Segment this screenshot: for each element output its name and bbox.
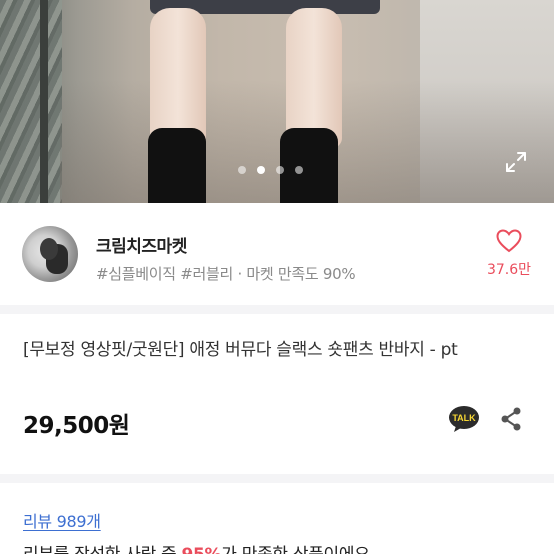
review-summary: 리뷰를 작성한 사람 중 95%가 만족한 상품이에요 xyxy=(23,540,370,554)
review-summary-prefix: 리뷰를 작성한 사람 중 xyxy=(23,545,181,554)
expand-icon[interactable] xyxy=(504,150,528,174)
heart-icon xyxy=(496,229,522,253)
gallery-pagination xyxy=(238,166,303,174)
gallery-dot-2[interactable] xyxy=(257,166,265,174)
model-right-leg xyxy=(286,8,342,148)
seller-section: 크림치즈마켓 #심플베이직 #러블리 · 마켓 만족도 90% 37.6만 xyxy=(0,203,554,305)
product-image-gallery[interactable] xyxy=(0,0,554,203)
gallery-dot-1[interactable] xyxy=(238,166,246,174)
review-section: 리뷰 989개 리뷰를 작성한 사람 중 95%가 만족한 상품이에요 xyxy=(0,483,554,554)
like-button[interactable]: 37.6만 xyxy=(484,229,534,279)
section-divider xyxy=(0,474,554,483)
section-divider xyxy=(0,305,554,314)
review-satisfaction-percent: 95% xyxy=(181,545,221,554)
background-rail xyxy=(40,0,48,203)
background-window xyxy=(0,0,62,203)
seller-name[interactable]: 크림치즈마켓 xyxy=(96,232,187,257)
meta-separator: · xyxy=(237,265,242,283)
like-count: 37.6만 xyxy=(486,262,532,278)
seller-meta: #심플베이직 #러블리 · 마켓 만족도 90% xyxy=(96,263,356,284)
kakao-talk-icon[interactable]: TALK xyxy=(448,405,480,433)
gallery-dot-3[interactable] xyxy=(276,166,284,174)
review-summary-suffix: 가 만족한 상품이에요 xyxy=(221,545,370,554)
product-title: [무보정 영상핏/굿원단] 애정 버뮤다 슬랙스 숏팬츠 반바지 - pt xyxy=(23,340,458,360)
share-icon[interactable] xyxy=(498,406,524,432)
seller-tags[interactable]: #심플베이직 #러블리 xyxy=(96,265,233,283)
seller-avatar[interactable] xyxy=(22,226,78,282)
model-left-leg xyxy=(150,8,206,148)
talk-label: TALK xyxy=(452,413,476,423)
avatar-face xyxy=(40,238,58,260)
model-left-boot xyxy=(148,128,206,203)
gallery-dot-4[interactable] xyxy=(295,166,303,174)
product-price: 29,500원 xyxy=(23,413,130,439)
product-info: [무보정 영상핏/굿원단] 애정 버뮤다 슬랙스 숏팬츠 반바지 - pt 29… xyxy=(0,314,554,474)
seller-satisfaction: 마켓 만족도 90% xyxy=(246,265,356,283)
review-count-link[interactable]: 리뷰 989개 xyxy=(23,508,101,532)
